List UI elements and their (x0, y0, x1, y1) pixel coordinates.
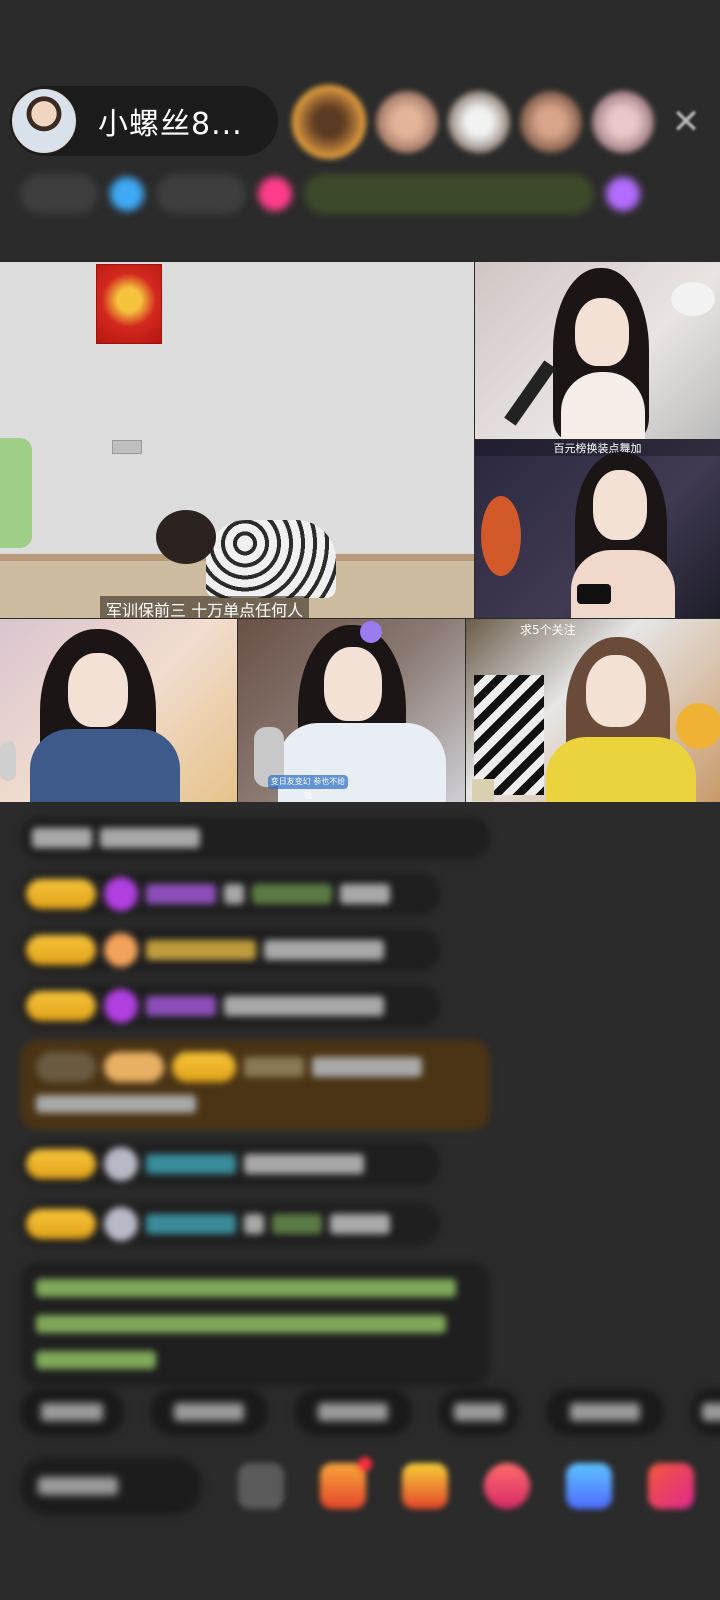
diamond-icon (104, 877, 138, 911)
hourly-rank-icon[interactable] (110, 177, 144, 211)
quick-reply-chip[interactable] (294, 1388, 412, 1436)
user-avatar-small (104, 1207, 138, 1241)
wall-outlet (112, 440, 142, 454)
host-avatar[interactable] (12, 89, 76, 153)
level-badge (26, 935, 96, 965)
quick-reply-chip[interactable] (20, 1388, 124, 1436)
treasure-box-icon[interactable] (402, 1463, 448, 1509)
gift-icon[interactable] (320, 1457, 372, 1509)
guest-5-label: 求5个关注 (520, 623, 576, 637)
video-tile-host[interactable]: 军训保前三 十万单点任何人 (0, 262, 474, 618)
video-tile-guest-1[interactable] (475, 262, 720, 439)
level-badge (26, 991, 96, 1021)
more-grid-icon[interactable] (648, 1463, 694, 1509)
quick-reply-bar[interactable] (20, 1388, 720, 1438)
more-icon[interactable] (606, 177, 640, 211)
level-badge (26, 879, 96, 909)
quick-reply-chip[interactable] (546, 1388, 664, 1436)
level-badge (26, 1209, 96, 1239)
viewer-avatar[interactable] (448, 91, 510, 153)
top-viewers-list[interactable] (292, 84, 654, 160)
video-tile-guest-4[interactable]: 变日友变幻 参也不给钱 (238, 619, 465, 802)
rank-text-pill[interactable] (156, 174, 246, 214)
video-tile-guest-2[interactable]: 百元榜换装点舞加 (475, 440, 720, 618)
viewer-avatar[interactable] (292, 85, 366, 159)
host-name: 小螺丝8... (98, 107, 243, 142)
level-badge (26, 1149, 96, 1179)
quick-reply-chip[interactable] (150, 1388, 268, 1436)
viewer-avatar[interactable] (592, 91, 654, 153)
guest-2-label: 百元榜换装点舞加 (475, 440, 720, 456)
mic-tag: 变日友变幻 参也不给钱 (268, 775, 348, 800)
chat-message[interactable] (20, 816, 490, 860)
host-person (156, 510, 336, 600)
user-avatar-small (104, 1147, 138, 1181)
wall-poster (96, 264, 162, 344)
viewer-avatar[interactable] (376, 91, 438, 153)
chat-message[interactable] (20, 1142, 440, 1186)
status-row[interactable] (20, 172, 696, 216)
multi-guest-video-grid: 军训保前三 十万单点任何人 百元榜换装点舞加 变日友变幻 参也不给钱 求5个关注 (0, 262, 720, 802)
notification-dot (358, 1457, 372, 1471)
heart-icon[interactable] (484, 1463, 530, 1509)
system-notice (20, 1262, 490, 1386)
emoji-icon[interactable] (238, 1463, 284, 1509)
flower-icon (676, 703, 720, 749)
video-tile-guest-3[interactable] (0, 619, 237, 802)
quick-reply-chip[interactable] (690, 1388, 720, 1436)
chat-message[interactable] (20, 984, 440, 1028)
chat-message[interactable] (20, 928, 440, 972)
rank-pill[interactable] (20, 174, 98, 214)
green-sofa (0, 438, 32, 548)
bottom-toolbar (20, 1456, 720, 1516)
close-icon[interactable]: ✕ (668, 104, 704, 140)
chat-message[interactable] (20, 872, 440, 916)
chat-message[interactable] (20, 1202, 440, 1246)
host-caption: 军训保前三 十万单点任何人 (100, 596, 310, 618)
diamond-icon (104, 989, 138, 1023)
chat-message-highlight[interactable] (20, 1040, 490, 1130)
quick-reply-chip[interactable] (438, 1388, 520, 1436)
host-info-chip[interactable]: 小螺丝8... (10, 86, 278, 156)
viewer-avatar[interactable] (520, 91, 582, 153)
hot-icon[interactable] (258, 177, 292, 211)
video-tile-guest-5[interactable]: 求5个关注 (466, 619, 720, 802)
notice-pill[interactable] (304, 174, 594, 214)
fan-badge-icon (104, 933, 138, 967)
comment-input[interactable] (20, 1457, 202, 1515)
share-icon[interactable] (566, 1463, 612, 1509)
